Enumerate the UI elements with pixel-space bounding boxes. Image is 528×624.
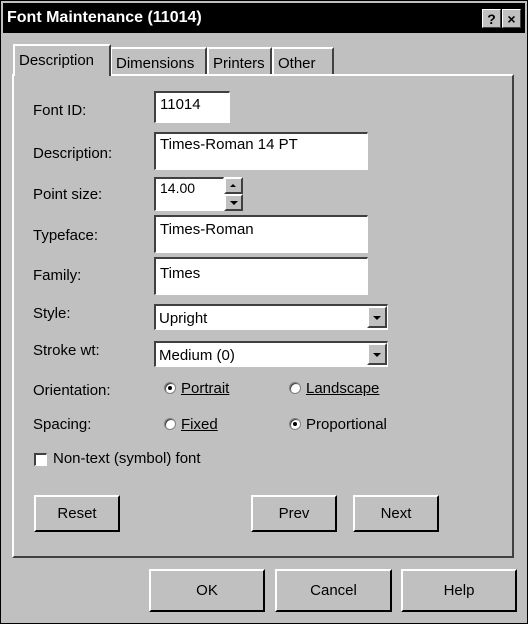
typeface-label: Typeface: (33, 227, 99, 244)
point-size-stepper[interactable] (224, 177, 243, 211)
reset-button[interactable]: Reset (34, 495, 120, 532)
cancel-button-label: Cancel (310, 582, 357, 599)
radio-proportional[interactable] (289, 418, 301, 430)
ok-button-label: OK (196, 582, 218, 599)
tab-printers-label: Printers (213, 55, 265, 72)
description-label: Description: (33, 145, 113, 162)
tab-description-label: Description (19, 52, 95, 69)
style-select[interactable]: Upright (154, 304, 388, 330)
tab-description[interactable]: Description (13, 44, 111, 76)
stroke-wt-select[interactable]: Medium (0) (154, 341, 388, 367)
reset-button-label: Reset (57, 505, 97, 522)
stroke-wt-value: Medium (0) (159, 347, 235, 364)
stroke-wt-label: Stroke wt: (33, 342, 100, 359)
non-text-label[interactable]: Non-text (symbol) font (53, 450, 201, 467)
fixed-option-label[interactable]: Fixed (181, 416, 218, 433)
next-button[interactable]: Next (353, 495, 439, 532)
font-id-label: Font ID: (33, 102, 87, 119)
landscape-option-label[interactable]: Landscape (306, 380, 379, 397)
next-button-label: Next (380, 505, 412, 522)
prev-button-label: Prev (278, 505, 310, 522)
help-button[interactable]: Help (401, 569, 517, 612)
radio-landscape[interactable] (289, 382, 301, 394)
tab-printers[interactable]: Printers (207, 47, 272, 77)
portrait-option-label[interactable]: Portrait (181, 380, 229, 397)
family-label: Family: (33, 267, 82, 284)
point-size-label: Point size: (33, 186, 103, 203)
stepper-up-icon[interactable] (224, 177, 243, 194)
title-bar: Font Maintenance (11014) ? × (3, 3, 525, 33)
radio-fixed[interactable] (164, 418, 176, 430)
proportional-option-label[interactable]: Proportional (306, 416, 387, 433)
tab-other[interactable]: Other (272, 47, 334, 77)
non-text-checkbox[interactable] (34, 453, 47, 466)
tab-dimensions-label: Dimensions (116, 55, 195, 72)
point-size-field[interactable]: 14.00 (154, 177, 224, 211)
orientation-label: Orientation: (33, 382, 111, 399)
chevron-down-icon[interactable] (367, 343, 387, 365)
help-icon[interactable]: ? (482, 9, 501, 28)
window-title: Font Maintenance (11014) (7, 9, 202, 26)
radio-portrait[interactable] (164, 382, 176, 394)
help-button-label: Help (443, 582, 475, 599)
stepper-down-icon[interactable] (224, 194, 243, 211)
typeface-field[interactable]: Times-Roman (154, 215, 368, 253)
ok-button[interactable]: OK (149, 569, 265, 612)
style-value: Upright (159, 310, 208, 327)
style-label: Style: (33, 305, 71, 322)
font-maintenance-window: Font Maintenance (11014) ? × Description… (0, 0, 528, 624)
family-field[interactable]: Times (154, 257, 368, 295)
chevron-down-icon[interactable] (367, 306, 387, 328)
font-id-field[interactable]: 11014 (154, 91, 230, 123)
cancel-button[interactable]: Cancel (275, 569, 392, 612)
description-field[interactable]: Times-Roman 14 PT (154, 132, 368, 170)
tab-dimensions[interactable]: Dimensions (111, 47, 207, 77)
tab-other-label: Other (278, 55, 316, 72)
close-icon[interactable]: × (502, 9, 521, 28)
spacing-label: Spacing: (33, 416, 92, 433)
prev-button[interactable]: Prev (251, 495, 337, 532)
